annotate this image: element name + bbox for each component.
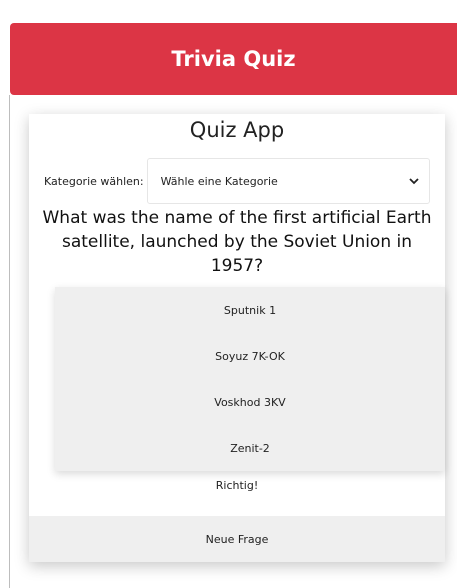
category-select[interactable]: Wähle eine Kategorie <box>146 158 430 204</box>
quiz-card: Quiz App Kategorie wählen: Wähle eine Ka… <box>29 114 445 562</box>
quiz-app-title: Quiz App <box>189 118 285 142</box>
answer-list: Sputnik 1 Soyuz 7K-OK Voskhod 3KV Zenit-… <box>55 287 445 471</box>
answer-option-2[interactable]: Soyuz 7K-OK <box>55 333 445 379</box>
answer-option-1[interactable]: Sputnik 1 <box>55 287 445 333</box>
header-title: Trivia Quiz <box>171 47 296 71</box>
answer-option-3[interactable]: Voskhod 3KV <box>55 379 445 425</box>
question-text: What was the name of the first artificia… <box>42 208 432 276</box>
new-question-label: Neue Frage <box>205 532 269 546</box>
answer-option-4[interactable]: Zenit-2 <box>55 425 445 471</box>
page-left-border <box>9 95 10 588</box>
new-question-button[interactable]: Neue Frage <box>29 516 445 562</box>
answer-label: Voskhod 3KV <box>214 395 286 409</box>
result-text: Richtig! <box>215 479 259 492</box>
answer-label: Zenit-2 <box>230 441 270 455</box>
chevron-down-icon <box>408 175 419 188</box>
category-label: Kategorie wählen: <box>44 174 144 188</box>
category-selected-value: Wähle eine Kategorie <box>160 174 278 188</box>
category-row: Kategorie wählen: Wähle eine Kategorie <box>44 158 430 204</box>
app-header: Trivia Quiz <box>10 23 457 95</box>
answer-label: Soyuz 7K-OK <box>215 349 285 363</box>
answer-label: Sputnik 1 <box>223 303 277 317</box>
